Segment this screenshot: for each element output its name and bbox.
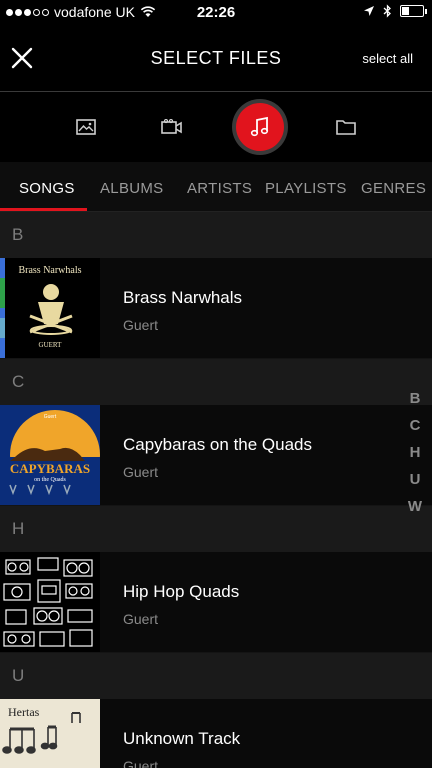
song-row-unknown-track[interactable]: Hertas Unknown Track Guert xyxy=(0,699,432,768)
tab-playlists[interactable]: PLAYLISTS xyxy=(265,180,347,197)
tab-albums[interactable]: ALBUMS xyxy=(100,180,164,197)
index-letter-u[interactable]: U xyxy=(410,471,421,488)
tab-artists[interactable]: ARTISTS xyxy=(187,180,252,197)
song-title: Brass Narwhals xyxy=(123,288,243,307)
video-icon xyxy=(161,119,182,134)
album-art-subtitle: on the Quads xyxy=(34,477,66,483)
song-row-capybaras-on-the-quads[interactable]: Guert CAPYBARAS on the Quads Capybaras o… xyxy=(0,405,432,506)
song-title: Hip Hop Quads xyxy=(123,582,240,601)
album-art-top-text: Guert xyxy=(43,414,57,420)
music-type-button[interactable] xyxy=(236,103,284,151)
section-header-h: H xyxy=(0,506,432,552)
index-letter-w[interactable]: W xyxy=(408,498,422,515)
album-art-subtitle: GUERT xyxy=(38,341,62,349)
song-artist: Guert xyxy=(123,317,159,333)
battery-level xyxy=(402,7,409,15)
song-title: Unknown Track xyxy=(123,729,241,748)
location-arrow-icon xyxy=(364,6,374,16)
index-letter-b[interactable]: B xyxy=(410,390,421,407)
section-header-u: U xyxy=(0,653,432,699)
battery-icon xyxy=(400,5,427,17)
album-art-capybaras: Guert CAPYBARAS on the Quads xyxy=(0,405,100,505)
folder-icon xyxy=(336,120,356,135)
alphabet-index[interactable]: B C H U W xyxy=(405,390,425,515)
images-type-button[interactable] xyxy=(62,103,110,151)
bluetooth-icon xyxy=(383,4,391,18)
album-art-unknown-track: Hertas xyxy=(0,699,100,768)
song-row-hip-hop-quads[interactable]: Hip Hop Quads Guert xyxy=(0,552,432,653)
song-list[interactable]: B Brass Narwhals GUERT Brass Narwhals Gu… xyxy=(0,212,432,768)
album-art-hip-hop-quads xyxy=(0,552,100,652)
section-header-b: B xyxy=(0,212,432,258)
song-artist: Guert xyxy=(123,611,159,627)
videos-type-button[interactable] xyxy=(148,103,196,151)
status-bar: vodafone UK 22:26 xyxy=(0,0,432,24)
album-art-title: CAPYBARAS xyxy=(9,461,91,476)
song-row-brass-narwhals[interactable]: Brass Narwhals GUERT Brass Narwhals Guer… xyxy=(0,258,432,359)
song-artist: Guert xyxy=(123,464,159,480)
active-tab-indicator xyxy=(0,208,87,211)
section-header-c: C xyxy=(0,359,432,405)
media-type-selector xyxy=(0,93,432,161)
album-art-title: Hertas xyxy=(8,705,40,719)
song-title: Capybaras on the Quads xyxy=(123,435,313,454)
music-note-icon xyxy=(250,116,269,137)
folders-type-button[interactable] xyxy=(322,103,370,151)
app-header: SELECT FILES select all xyxy=(0,24,432,92)
select-all-button[interactable]: select all xyxy=(362,51,413,66)
image-icon xyxy=(76,119,96,135)
tab-genres[interactable]: GENRES xyxy=(361,180,426,197)
song-artist: Guert xyxy=(123,758,159,768)
album-art-brass-narwhals: Brass Narwhals GUERT xyxy=(0,258,100,358)
album-art-title: Brass Narwhals xyxy=(18,265,82,276)
category-tabs: SONGS ALBUMS ARTISTS PLAYLISTS GENRES xyxy=(0,162,432,212)
index-letter-h[interactable]: H xyxy=(410,444,421,461)
index-letter-c[interactable]: C xyxy=(410,417,421,434)
tab-songs[interactable]: SONGS xyxy=(19,180,75,197)
